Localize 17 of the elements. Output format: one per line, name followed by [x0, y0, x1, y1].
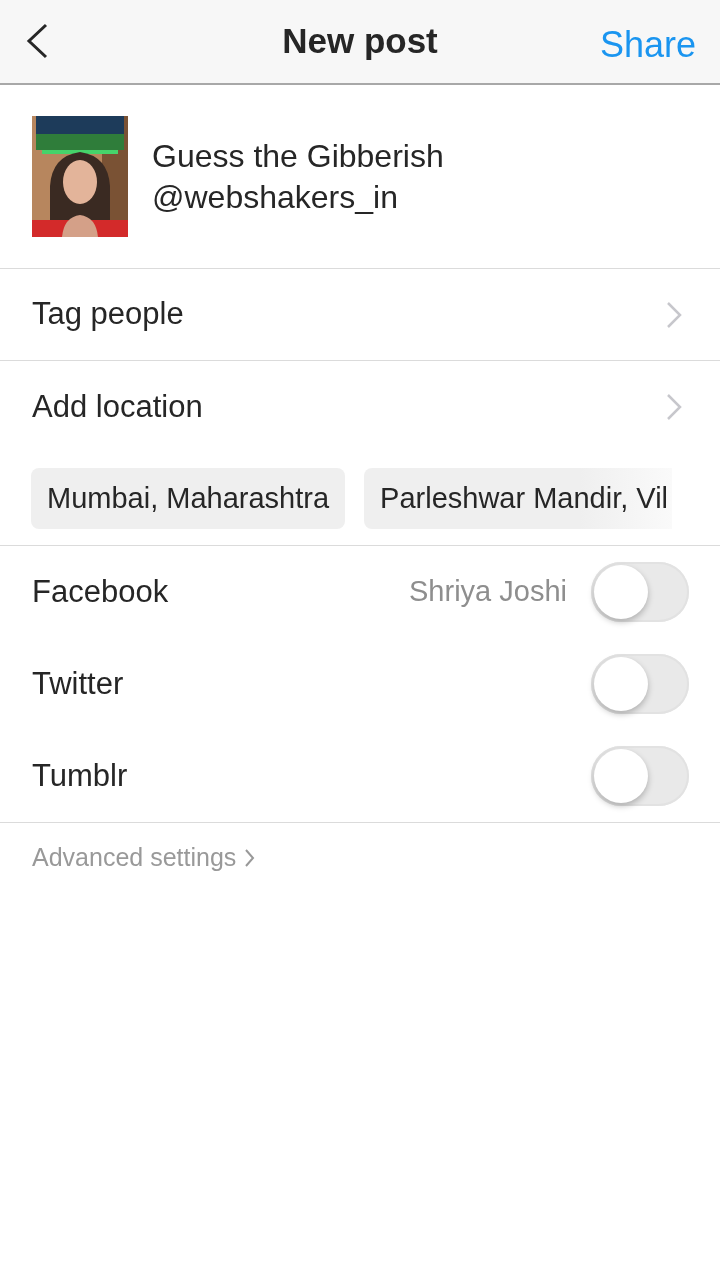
- location-chip[interactable]: Mumbai, Maharashtra: [31, 468, 346, 529]
- post-caption: Guess the Gibberish @webshakers_in: [152, 136, 445, 217]
- toggle-switch[interactable]: [591, 654, 689, 714]
- menu-row[interactable]: Tag people: [0, 269, 720, 361]
- menu-row[interactable]: Add location: [0, 361, 720, 453]
- share-label: Tumblr: [32, 756, 129, 795]
- back-icon[interactable]: [24, 22, 50, 60]
- toggle-switch[interactable]: [591, 562, 689, 622]
- account-name: Shriya Joshi: [409, 574, 567, 610]
- share-label: Facebook: [32, 572, 170, 611]
- share-label: Twitter: [32, 664, 125, 703]
- chevron-icon: [666, 393, 682, 421]
- toggle-switch[interactable]: [591, 746, 689, 806]
- chevron-icon: [666, 300, 682, 329]
- screen-title: New post: [282, 20, 438, 63]
- location-chip[interactable]: Parleshwar Mandir, Vil: [364, 468, 673, 529]
- chevron-icon: [244, 847, 256, 868]
